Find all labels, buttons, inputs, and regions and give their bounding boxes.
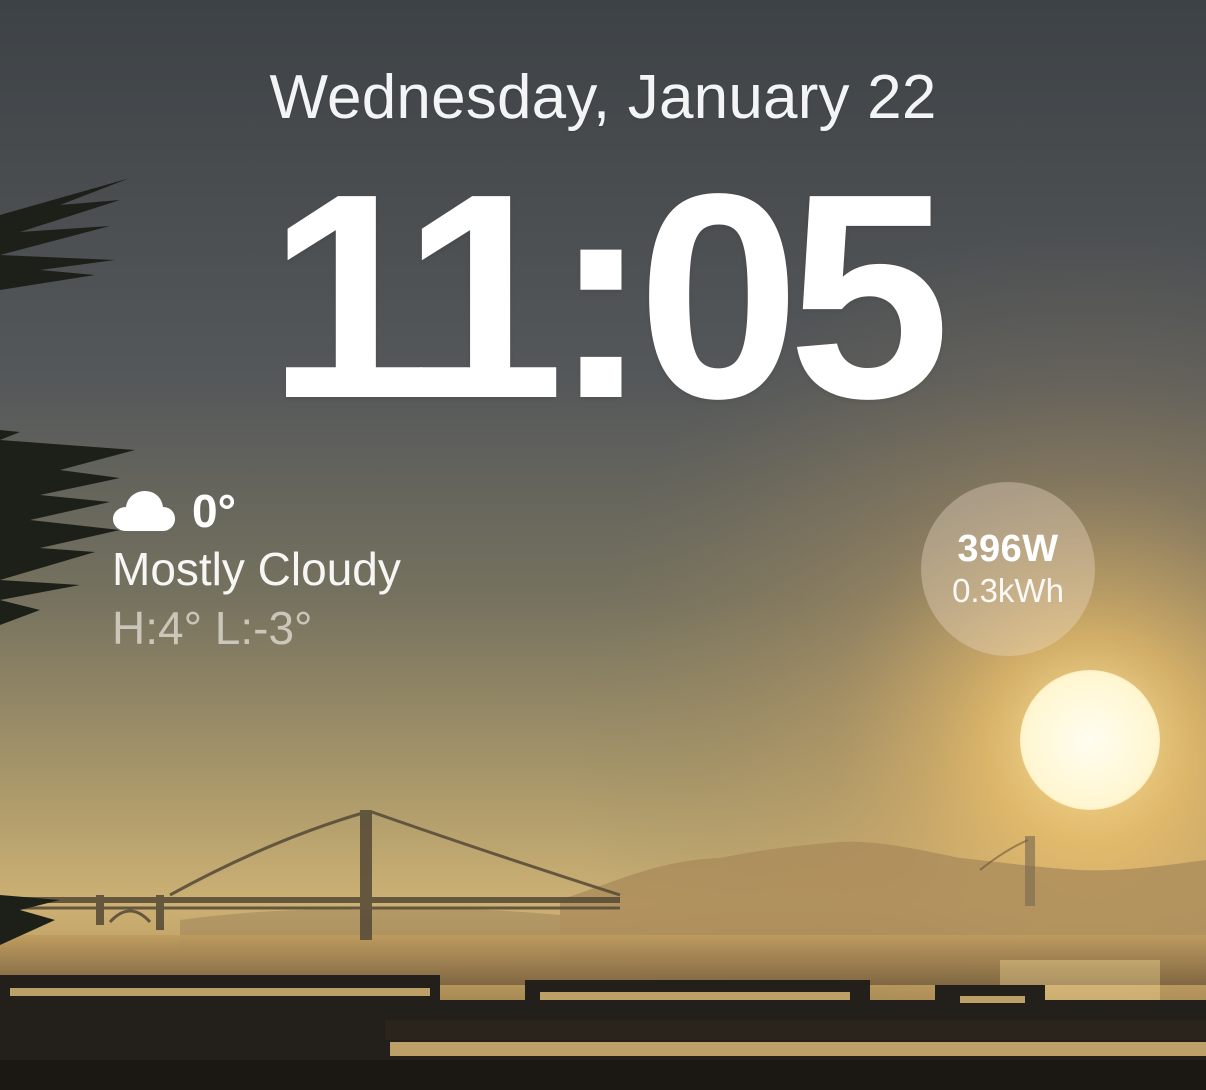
energy-consumption: 0.3kWh xyxy=(952,572,1064,609)
weather-temperature: 0° xyxy=(192,485,236,537)
weather-condition: Mostly Cloudy xyxy=(112,543,401,595)
weather-current: 0° xyxy=(112,484,401,538)
weather-widget[interactable]: 0° Mostly Cloudy H:4° L:-3° xyxy=(112,484,401,658)
cloud-icon xyxy=(113,491,175,531)
lockscreen: Wednesday, January 22 11:05 0° Mostly Cl… xyxy=(0,0,1206,1090)
weather-high-low: H:4° L:-3° xyxy=(112,602,313,654)
lockscreen-time: 11:05 xyxy=(267,133,951,459)
energy-widget[interactable]: 396W 0.3kWh xyxy=(921,482,1095,656)
lockscreen-date: Wednesday, January 22 xyxy=(269,63,937,132)
energy-power: 396W xyxy=(957,528,1059,570)
